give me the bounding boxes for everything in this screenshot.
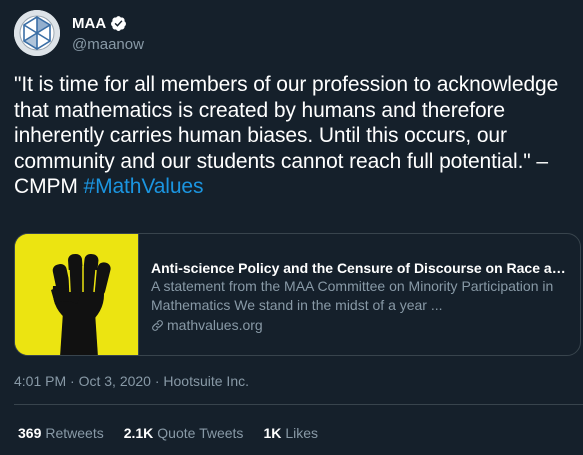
likes-count: 1K	[263, 425, 282, 441]
quote-tweets-label: Quote Tweets	[157, 425, 244, 441]
quote-tweets-stat[interactable]: 2.1K Quote Tweets	[124, 425, 244, 441]
retweets-label: Retweets	[45, 425, 104, 441]
link-icon	[152, 319, 163, 331]
likes-stat[interactable]: 1K Likes	[263, 425, 318, 441]
tweet: MAA @maanow "It is time for all members …	[0, 0, 583, 455]
tweet-text: "It is time for all members of our profe…	[14, 72, 583, 200]
link-card[interactable]: Anti-science Policy and the Censure of D…	[14, 233, 581, 356]
divider-top	[14, 404, 583, 405]
handle[interactable]: @maanow	[72, 36, 144, 53]
card-domain: mathvalues.org	[151, 317, 568, 333]
card-body: Anti-science Policy and the Censure of D…	[139, 234, 580, 355]
display-name[interactable]: MAA	[72, 15, 106, 32]
card-domain-text: mathvalues.org	[167, 317, 263, 333]
quote-tweets-count: 2.1K	[123, 425, 154, 441]
verified-badge-icon	[111, 15, 127, 31]
raised-fist-icon	[15, 234, 138, 355]
card-title: Anti-science Policy and the Censure of D…	[151, 260, 568, 276]
tweet-timestamp-source[interactable]: 4:01 PM · Oct 3, 2020 · Hootsuite Inc.	[14, 373, 249, 389]
tweet-header: MAA @maanow	[14, 10, 144, 56]
maa-logo-icon	[14, 10, 60, 56]
hashtag-link[interactable]: #MathValues	[84, 175, 204, 198]
likes-label: Likes	[285, 425, 319, 441]
retweets-stat[interactable]: 369 Retweets	[18, 425, 104, 441]
tweet-stats: 369 Retweets 2.1K Quote Tweets 1K Likes	[18, 425, 338, 441]
avatar[interactable]	[14, 10, 60, 56]
retweets-count: 369	[18, 425, 42, 441]
account-names: MAA @maanow	[72, 13, 144, 54]
card-description: A statement from the MAA Committee on Mi…	[151, 278, 554, 313]
card-thumbnail	[15, 234, 139, 355]
